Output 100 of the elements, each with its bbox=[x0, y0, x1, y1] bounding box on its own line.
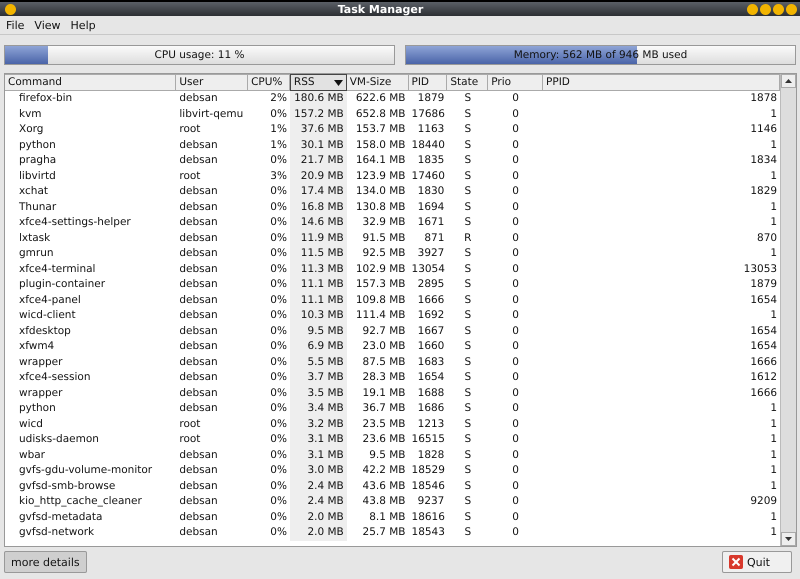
table-cell: 37.6 MB bbox=[290, 122, 347, 138]
menu-item[interactable]: Help bbox=[70, 18, 96, 32]
column-header[interactable]: Command bbox=[5, 74, 176, 91]
table-cell-text: 0 bbox=[511, 448, 520, 462]
table-cell-text: S bbox=[463, 168, 472, 184]
table-cell-text: S bbox=[463, 122, 472, 137]
table-cell-text: 134.0 MB bbox=[354, 184, 407, 199]
table-cell: 2.0 MB bbox=[290, 510, 347, 525]
table-cell-text: 0% bbox=[269, 230, 288, 246]
table-cell-text: xfdesktop bbox=[18, 324, 72, 338]
table-cell-text: S bbox=[463, 153, 472, 168]
table-cell-text: 0 bbox=[511, 122, 520, 137]
table-cell-text: debsan bbox=[178, 494, 219, 509]
table-cell-text: 91.5 MB bbox=[362, 230, 407, 246]
table-cell-text: 0 bbox=[511, 339, 520, 354]
table-cell-text: S bbox=[463, 432, 472, 447]
table-cell-text: 164.1 MB bbox=[354, 153, 407, 168]
table-cell: 16.8 MB bbox=[290, 200, 347, 215]
table-cell-text: xfce4-session bbox=[18, 370, 92, 385]
table-cell: 11.9 MB bbox=[290, 230, 347, 246]
table-cell-text: root bbox=[178, 168, 202, 184]
menu-item[interactable]: View bbox=[34, 18, 61, 32]
table-cell-text: 1694 bbox=[416, 200, 446, 214]
table-cell-text: debsan bbox=[178, 153, 219, 168]
table-cell-text: 1 bbox=[769, 200, 778, 214]
table-cell-text: 0% bbox=[269, 262, 288, 276]
quit-button[interactable]: Quit bbox=[722, 551, 792, 573]
table-cell-text: S bbox=[463, 370, 472, 385]
table-cell-text: 102.9 MB bbox=[354, 262, 407, 276]
table-cell-text: 1660 bbox=[416, 339, 446, 354]
table-cell-text: wrapper bbox=[18, 386, 64, 400]
table-cell-text: 123.9 MB bbox=[354, 168, 407, 184]
table-cell-text: debsan bbox=[178, 339, 219, 354]
table-cell-text: debsan bbox=[178, 292, 219, 308]
table-cell: 2.4 MB bbox=[290, 478, 347, 494]
table-cell-text: 32.9 MB bbox=[362, 215, 407, 230]
table-cell-text: xfce4-panel bbox=[18, 292, 82, 308]
table-cell-text: 130.8 MB bbox=[354, 200, 407, 214]
table-cell-text: 0 bbox=[511, 354, 520, 370]
table-cell: 11.5 MB bbox=[290, 246, 347, 262]
table-cell-text: debsan bbox=[178, 510, 219, 524]
table-cell-text: 652.8 MB bbox=[354, 106, 407, 122]
scroll-up-icon[interactable] bbox=[781, 74, 796, 88]
more-details-button[interactable]: more details bbox=[4, 551, 87, 573]
table-cell-text: 0% bbox=[269, 416, 288, 432]
table-cell: 11.1 MB bbox=[290, 277, 347, 292]
column-header[interactable]: VM-Size bbox=[346, 74, 408, 91]
table-cell-text: 1654 bbox=[749, 324, 778, 338]
column-header[interactable]: PID bbox=[408, 74, 448, 91]
table-cell-text: R bbox=[463, 230, 472, 246]
column-header[interactable]: PPID bbox=[543, 74, 780, 91]
table-cell-text: 1835 bbox=[416, 153, 446, 168]
table-cell-text: 158.0 MB bbox=[354, 138, 407, 152]
table-cell-text: 1 bbox=[769, 401, 778, 416]
table-cell-text: 1654 bbox=[749, 339, 778, 354]
table-cell-text: 2% bbox=[269, 91, 288, 106]
table-cell-text: 0 bbox=[511, 370, 520, 385]
table-cell-text: wbar bbox=[18, 448, 46, 462]
table-cell: 3.1 MB bbox=[290, 448, 347, 463]
table-cell-text: 18546 bbox=[410, 478, 446, 494]
table-cell-text: 0% bbox=[269, 292, 288, 308]
table-cell-text: 1 bbox=[769, 106, 778, 122]
table-cell-text: 1 bbox=[769, 448, 778, 462]
table-cell-text: 0 bbox=[511, 308, 520, 323]
column-header[interactable]: User bbox=[176, 74, 248, 91]
table-cell: 2.4 MB bbox=[290, 494, 347, 510]
table-cell-text: debsan bbox=[178, 246, 219, 261]
table-cell-text: udisks-daemon bbox=[18, 432, 100, 447]
table-cell-text: gvfs-gdu-volume-monitor bbox=[18, 463, 154, 478]
table-cell: 3.5 MB bbox=[290, 386, 347, 401]
table-cell: 20.9 MB bbox=[290, 168, 347, 184]
scrollbar[interactable] bbox=[780, 74, 796, 546]
column-header[interactable]: Prio bbox=[488, 74, 544, 91]
menu-item[interactable]: File bbox=[6, 18, 24, 32]
table-cell-text: 1879 bbox=[416, 91, 446, 106]
table-cell-text: S bbox=[463, 277, 472, 292]
table-cell-text: 0 bbox=[511, 184, 520, 199]
table-cell-text: 92.7 MB bbox=[362, 324, 407, 338]
table-cell-text: 1671 bbox=[416, 215, 446, 230]
table-cell-text: 1146 bbox=[749, 122, 778, 137]
column-header[interactable]: RSS bbox=[290, 74, 347, 91]
table-cell-text: 9.5 MB bbox=[368, 448, 407, 462]
table-cell-text: 1% bbox=[269, 122, 288, 137]
table-cell-text: xchat bbox=[18, 184, 50, 199]
scroll-down-icon[interactable] bbox=[781, 532, 796, 546]
table-cell-text: 1878 bbox=[749, 91, 778, 106]
table-cell-text: 1666 bbox=[749, 354, 778, 370]
table-cell-text: 43.6 MB bbox=[362, 478, 407, 494]
table-cell: 14.6 MB bbox=[290, 215, 347, 230]
table-cell-text: 1829 bbox=[749, 184, 778, 199]
table-cell-text: 13053 bbox=[742, 262, 778, 276]
table-cell-text: 1 bbox=[769, 308, 778, 323]
table-cell-text: 0% bbox=[269, 386, 288, 400]
column-header[interactable]: State bbox=[447, 74, 488, 91]
column-header[interactable]: CPU% bbox=[248, 74, 290, 91]
table-cell-text: 0% bbox=[269, 106, 288, 122]
table-cell-text: 1612 bbox=[749, 370, 778, 385]
table-cell-text: 1667 bbox=[416, 324, 446, 338]
table-cell-text: wicd bbox=[18, 416, 44, 432]
table-cell-text: debsan bbox=[178, 370, 219, 385]
